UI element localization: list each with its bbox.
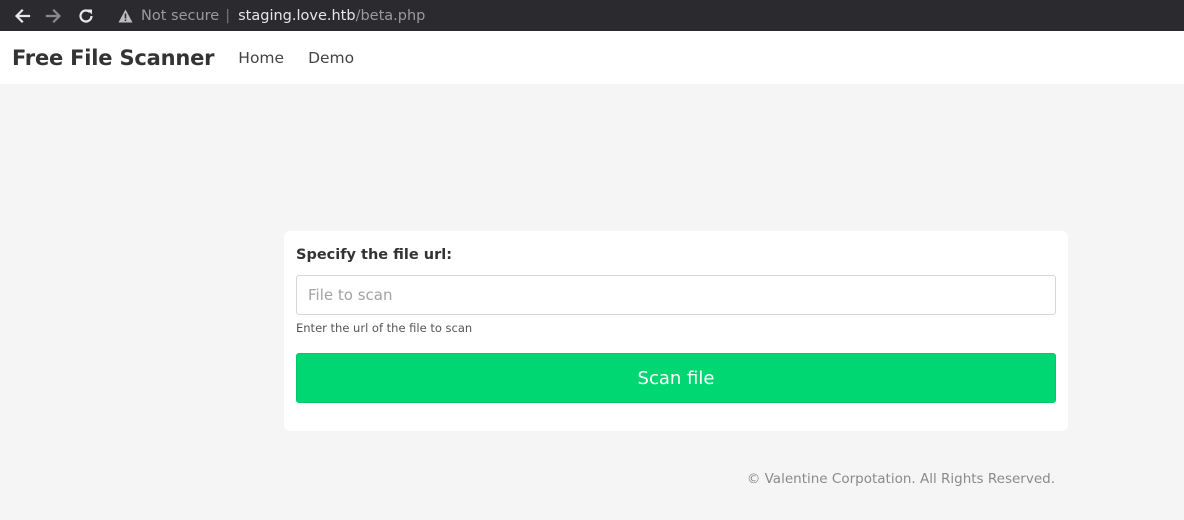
back-button[interactable] xyxy=(12,6,32,26)
nav-link-home[interactable]: Home xyxy=(238,49,284,67)
warning-triangle-icon xyxy=(118,9,133,23)
file-url-help-text: Enter the url of the file to scan xyxy=(296,321,473,335)
browser-toolbar: Not secure | staging.love.htb/beta.php xyxy=(0,0,1184,31)
footer-copyright: © Valentine Corpotation. All Rights Rese… xyxy=(746,471,1055,487)
reload-button[interactable] xyxy=(76,6,96,26)
security-indicator[interactable]: Not secure xyxy=(141,8,219,24)
file-url-label: Specify the file url: xyxy=(296,247,453,263)
site-navbar: Free File Scanner Home Demo xyxy=(0,31,1184,84)
arrow-left-icon xyxy=(14,8,31,23)
url-separator: | xyxy=(225,7,231,24)
site-brand[interactable]: Free File Scanner xyxy=(12,46,214,70)
reload-icon xyxy=(79,8,93,23)
address-bar[interactable]: Not secure | staging.love.htb/beta.php xyxy=(118,8,425,24)
scan-form-card: Specify the file url: Enter the url of t… xyxy=(284,231,1068,431)
forward-button[interactable] xyxy=(44,6,64,26)
url-path: /beta.php xyxy=(355,7,426,24)
url-host: staging.love.htb xyxy=(238,7,356,24)
nav-link-demo[interactable]: Demo xyxy=(308,49,354,67)
arrow-right-icon xyxy=(45,8,62,23)
file-url-input[interactable] xyxy=(296,275,1056,315)
scan-file-button[interactable]: Scan file xyxy=(296,353,1056,403)
